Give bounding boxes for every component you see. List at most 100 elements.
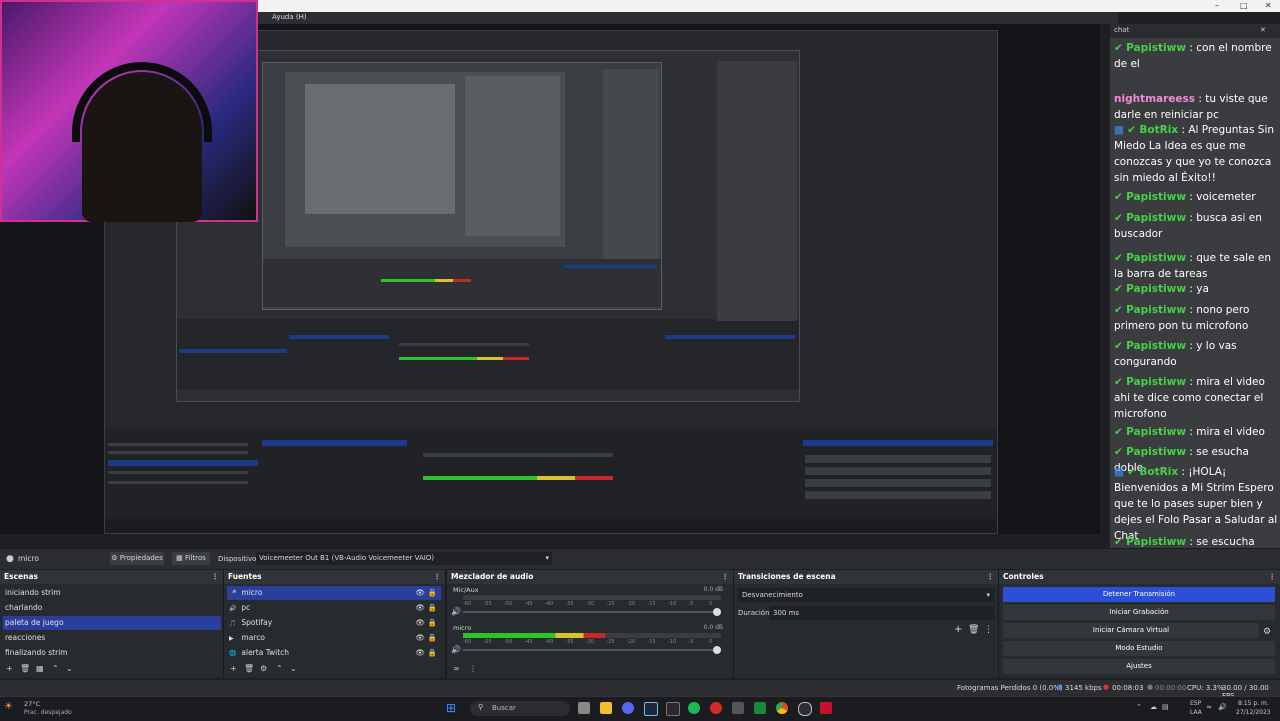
- filters-button[interactable]: ▦ Filtros: [172, 552, 210, 565]
- steam-icon[interactable]: [644, 702, 658, 716]
- weather-icon[interactable]: ☀: [4, 701, 13, 712]
- eye-icon[interactable]: 👁: [415, 631, 425, 645]
- chat-username[interactable]: Papistiww: [1126, 42, 1186, 54]
- link-icon[interactable]: ∞: [453, 664, 460, 673]
- chevron-up-icon[interactable]: ⌃: [1136, 703, 1142, 711]
- app-red-icon[interactable]: [710, 702, 722, 714]
- more-icon[interactable]: ⋮: [469, 664, 477, 673]
- dock-menu-icon[interactable]: ⋮: [1269, 570, 1277, 584]
- chat-username[interactable]: Papistiww: [1126, 376, 1186, 388]
- start-virtual-camera-button[interactable]: Iniciar Cámara Virtual: [1003, 623, 1259, 638]
- clock-date[interactable]: 27/12/2023: [1236, 709, 1271, 716]
- app-red2-icon[interactable]: [820, 702, 832, 714]
- move-down-icon[interactable]: ⌄: [66, 664, 73, 673]
- gear-icon[interactable]: ⚙: [260, 664, 267, 673]
- chat-username[interactable]: BotRix: [1139, 466, 1178, 478]
- studio-mode-button[interactable]: Modo Estudio: [1003, 641, 1275, 656]
- move-down-icon[interactable]: ⌄: [290, 664, 297, 673]
- trash-icon[interactable]: 🗑: [20, 664, 30, 673]
- language[interactable]: ESP: [1190, 700, 1201, 707]
- transition-select[interactable]: Desvanecimiento ▾: [738, 588, 994, 602]
- add-icon[interactable]: +: [954, 624, 962, 635]
- stop-streaming-button[interactable]: Detener Transmisión: [1003, 587, 1275, 602]
- start-recording-button[interactable]: Iniciar Grabación: [1003, 605, 1275, 620]
- clock-time[interactable]: 8:15 p. m.: [1238, 700, 1269, 707]
- eye-icon[interactable]: 👁: [415, 646, 425, 660]
- chrome-icon[interactable]: [776, 702, 788, 714]
- scene-item[interactable]: reacciones: [3, 631, 221, 645]
- chat-username[interactable]: Papistiww: [1126, 340, 1186, 352]
- scene-item[interactable]: finalizando strim: [3, 646, 221, 660]
- chat-username[interactable]: Papistiww: [1126, 283, 1186, 295]
- taskbar-search[interactable]: ⚲ Buscar: [470, 701, 570, 716]
- gear-icon[interactable]: ⚙: [1263, 627, 1271, 637]
- volume-slider-handle[interactable]: [713, 646, 721, 654]
- source-item[interactable]: 🌐 alerta Twitch 👁 🔒: [227, 646, 441, 660]
- more-icon[interactable]: ⋮: [984, 625, 993, 635]
- chat-username[interactable]: Papistiww: [1126, 536, 1186, 548]
- wifi-icon[interactable]: ≈: [1206, 703, 1212, 711]
- volume-icon[interactable]: 🔊: [1218, 703, 1227, 711]
- scene-item[interactable]: charlando: [3, 601, 221, 615]
- discord-icon[interactable]: [622, 702, 634, 714]
- dock-menu-icon[interactable]: ⋮: [722, 570, 730, 584]
- source-item[interactable]: 🔊 pc 👁 🔒: [227, 601, 441, 615]
- properties-button[interactable]: ⚙ Propiedades: [110, 552, 164, 565]
- obs-icon[interactable]: [798, 702, 812, 716]
- eye-icon[interactable]: 👁: [415, 616, 425, 630]
- source-item[interactable]: 🎤 micro 👁 🔒: [227, 586, 441, 600]
- lock-icon[interactable]: 🔒: [428, 646, 437, 660]
- add-icon[interactable]: +: [6, 664, 13, 673]
- device-select[interactable]: Voicemeeter Out B1 (VB-Audio Voicemeeter…: [256, 552, 552, 565]
- chat-close-icon[interactable]: ✕: [1260, 26, 1266, 34]
- app-gray-icon[interactable]: [732, 702, 744, 714]
- source-item[interactable]: 🎵 Spotifay 👁 🔒: [227, 616, 441, 630]
- minimize-icon[interactable]: –: [1215, 1, 1219, 10]
- add-icon[interactable]: +: [230, 664, 237, 673]
- chat-username[interactable]: Papistiww: [1126, 304, 1186, 316]
- lock-icon[interactable]: 🔒: [428, 616, 437, 630]
- task-view-icon[interactable]: [578, 702, 590, 714]
- chat-username[interactable]: Papistiww: [1126, 446, 1186, 458]
- volume-slider[interactable]: [463, 608, 721, 616]
- lock-icon[interactable]: 🔒: [428, 631, 437, 645]
- duration-input[interactable]: 300 ms: [770, 606, 994, 620]
- chat-username[interactable]: Papistiww: [1126, 212, 1186, 224]
- eye-icon[interactable]: 👁: [415, 586, 425, 600]
- chat-username[interactable]: BotRix: [1139, 124, 1178, 136]
- chat-username[interactable]: Papistiww: [1126, 426, 1186, 438]
- volume-slider[interactable]: [463, 646, 721, 654]
- filter-icon[interactable]: ▦: [36, 664, 44, 673]
- speaker-icon[interactable]: 🔊: [451, 607, 461, 616]
- lock-icon[interactable]: 🔒: [428, 586, 437, 600]
- chat-username[interactable]: Papistiww: [1126, 252, 1186, 264]
- source-item[interactable]: ▶ marco 👁 🔒: [227, 631, 441, 645]
- chat-username[interactable]: nightmareess: [1114, 93, 1195, 105]
- eye-icon[interactable]: 👁: [415, 601, 425, 615]
- spotify-icon[interactable]: [688, 702, 700, 714]
- language-layout[interactable]: LAA: [1190, 709, 1202, 716]
- lock-icon[interactable]: 🔒: [428, 601, 437, 615]
- trash-icon[interactable]: 🗑: [968, 625, 979, 635]
- chat-username[interactable]: Papistiww: [1126, 191, 1186, 203]
- menu-help[interactable]: Ayuda (H): [272, 13, 307, 21]
- maximize-icon[interactable]: □: [1240, 1, 1248, 10]
- volume-slider-handle[interactable]: [713, 608, 721, 616]
- file-explorer-icon[interactable]: [600, 702, 612, 714]
- dock-menu-icon[interactable]: ⋮: [434, 570, 442, 584]
- move-up-icon[interactable]: ⌃: [276, 664, 283, 673]
- scene-item[interactable]: iniciando strim: [3, 586, 221, 600]
- cloud-icon[interactable]: ☁: [1150, 703, 1157, 711]
- close-icon[interactable]: ✕: [1265, 1, 1272, 10]
- trash-icon[interactable]: 🗑: [244, 664, 254, 673]
- speaker-icon[interactable]: 🔊: [451, 645, 461, 654]
- terminal-icon[interactable]: [754, 702, 766, 714]
- app-icon[interactable]: [666, 702, 680, 716]
- dock-menu-icon[interactable]: ⋮: [212, 570, 220, 584]
- dock-menu-icon[interactable]: ⋮: [987, 570, 995, 584]
- settings-button[interactable]: Ajustes: [1003, 659, 1275, 674]
- move-up-icon[interactable]: ⌃: [52, 664, 59, 673]
- tray-icon[interactable]: ▤: [1162, 703, 1169, 711]
- windows-start-icon[interactable]: ⊞: [446, 701, 456, 715]
- scene-item[interactable]: paleta de juego: [3, 616, 221, 630]
